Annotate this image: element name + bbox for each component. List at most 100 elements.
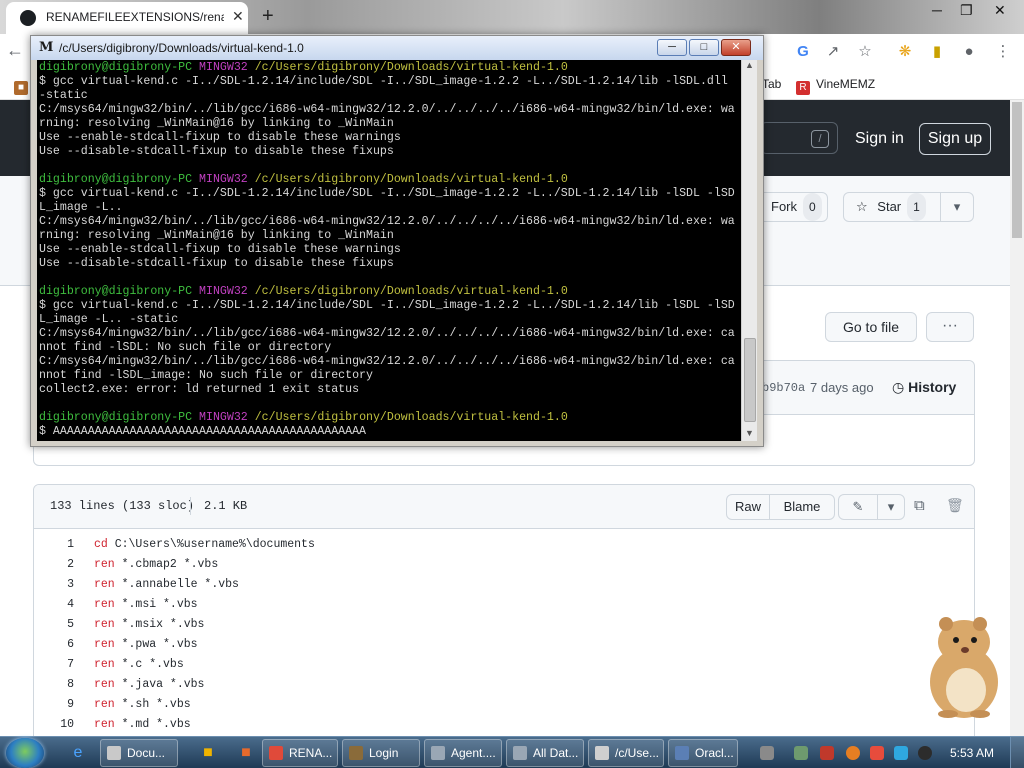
github-search-input[interactable]: / <box>760 122 838 154</box>
line-number[interactable]: 2 <box>34 555 74 575</box>
edit-pencil-icon[interactable]: ✎ <box>838 494 878 520</box>
taskbar-item-label: Docu... <box>127 746 166 760</box>
line-number[interactable]: 5 <box>34 615 74 635</box>
code-line[interactable]: 5 ren *.msix *.vbs <box>34 615 974 635</box>
scroll-up-arrow-icon[interactable]: ▲ <box>745 60 754 70</box>
tray-flag-icon[interactable] <box>870 746 884 760</box>
tab-close-icon[interactable]: ✕ <box>232 8 244 25</box>
code-line[interactable]: 4 ren *.msi *.vbs <box>34 595 974 615</box>
code-line[interactable]: 10 ren *.md *.vbs <box>34 715 974 735</box>
terminal-scrollbar[interactable]: ▲ ▼ <box>741 60 757 441</box>
bookmark-vinememz[interactable]: R VineMEMZ <box>796 77 875 95</box>
code-line[interactable]: 8 ren *.java *.vbs <box>34 675 974 695</box>
star-dropdown-button[interactable]: ▾ <box>940 192 974 222</box>
line-number[interactable]: 6 <box>34 635 74 655</box>
terminal-line: Use --enable-stdcall-fixup to disable th… <box>39 243 401 256</box>
code-text: ren *.c *.vbs <box>94 655 184 675</box>
sign-in-link[interactable]: Sign in <box>855 130 904 148</box>
chrome-menu-icon[interactable]: ⋮ <box>994 43 1012 61</box>
code-line[interactable]: 3 ren *.annabelle *.vbs <box>34 575 974 595</box>
internet-explorer-icon[interactable]: e <box>60 740 96 766</box>
scroll-down-arrow-icon[interactable]: ▼ <box>745 428 754 438</box>
edit-dropdown-icon[interactable]: ▾ <box>877 494 905 520</box>
history-link[interactable]: ◷ History <box>892 379 956 396</box>
terminal-line: collect2.exe: error: ld returned 1 exit … <box>39 383 360 396</box>
tray-volume-icon[interactable] <box>918 746 932 760</box>
terminal-close-button[interactable]: ✕ <box>721 39 751 56</box>
code-line[interactable]: 2 ren *.cbmap2 *.vbs <box>34 555 974 575</box>
line-number[interactable]: 3 <box>34 575 74 595</box>
terminal-scrollbar-thumb[interactable] <box>744 338 756 422</box>
taskbar-app-icon <box>595 746 609 760</box>
prompt-system: MINGW32 <box>199 285 248 298</box>
line-number[interactable]: 1 <box>34 535 74 555</box>
tray-v-icon[interactable] <box>820 746 834 760</box>
more-options-button[interactable]: ··· <box>926 312 974 342</box>
terminal-line: $ gcc virtual-kend.c -I../SDL-1.2.14/inc… <box>39 187 735 200</box>
taskbar-item[interactable]: /c/Use... <box>588 739 664 767</box>
bookmark-star-icon[interactable]: ☆ <box>856 43 874 61</box>
file-line-count: 133 lines (133 sloc) <box>50 499 195 513</box>
hamster-mascot-icon[interactable] <box>918 612 1008 722</box>
profile-avatar-icon[interactable]: ● <box>960 43 978 61</box>
side-panel-icon[interactable]: ▮ <box>928 43 946 61</box>
taskbar-item[interactable]: All Dat... <box>506 739 584 767</box>
start-button[interactable] <box>6 738 44 768</box>
browser-minimize-icon[interactable]: ─ <box>932 2 942 18</box>
tray-search-icon[interactable] <box>846 746 860 760</box>
back-arrow-icon[interactable]: ← <box>6 40 24 61</box>
commit-age: 7 days ago <box>810 380 874 395</box>
copy-icon[interactable]: ⧉ <box>914 497 925 514</box>
terminal-window[interactable]: M /c/Users/digibrony/Downloads/virtual-k… <box>30 35 764 447</box>
tray-monitor-icon[interactable] <box>894 746 908 760</box>
terminal-minimize-button[interactable]: ─ <box>657 39 687 56</box>
tray-network-icon[interactable] <box>794 746 808 760</box>
sign-up-button[interactable]: Sign up <box>919 123 991 155</box>
terminal-titlebar[interactable]: M /c/Users/digibrony/Downloads/virtual-k… <box>31 36 763 60</box>
taskbar-item[interactable]: RENA... <box>262 739 338 767</box>
star-button[interactable]: ☆ Star 1 <box>843 192 941 222</box>
code-args: *.cbmap2 *.vbs <box>114 558 219 571</box>
code-keyword: ren <box>94 558 115 571</box>
code-line[interactable]: 6 ren *.pwa *.vbs <box>34 635 974 655</box>
google-icon[interactable]: G <box>794 43 812 61</box>
terminal-line: L_image -L.. -static <box>39 313 179 326</box>
new-tab-button[interactable]: + <box>262 5 274 27</box>
media-player-icon[interactable]: ■ <box>190 740 226 766</box>
line-number[interactable]: 7 <box>34 655 74 675</box>
terminal-maximize-button[interactable]: □ <box>689 39 719 56</box>
go-to-file-button[interactable]: Go to file <box>825 312 917 342</box>
share-icon[interactable]: ↗ <box>824 43 842 61</box>
browser-restore-icon[interactable]: ❐ <box>960 2 973 19</box>
terminal-output[interactable]: digibrony@digibrony-PC MINGW32 /c/Users/… <box>37 60 741 441</box>
page-scrollbar[interactable] <box>1010 100 1024 736</box>
line-number[interactable]: 8 <box>34 675 74 695</box>
code-line[interactable]: 9 ren *.sh *.vbs <box>34 695 974 715</box>
commit-hash-link[interactable]: b9b70a <box>762 381 805 395</box>
browser-close-icon[interactable]: ✕ <box>994 2 1006 19</box>
raw-button[interactable]: Raw <box>726 494 770 520</box>
bookmark-tab[interactable]: Tab <box>762 77 781 91</box>
code-line[interactable]: 7 ren *.c *.vbs <box>34 655 974 675</box>
line-number[interactable]: 10 <box>34 715 74 735</box>
file-viewer: 133 lines (133 sloc) 2.1 KB Raw Blame ✎ … <box>33 484 975 754</box>
trash-icon[interactable]: 🗑 <box>946 497 964 514</box>
blame-button[interactable]: Blame <box>769 494 835 520</box>
line-number[interactable]: 9 <box>34 695 74 715</box>
terminal-line: nnot find -lSDL_image: No such file or d… <box>39 369 373 382</box>
taskbar-item[interactable]: Docu... <box>100 739 178 767</box>
page-scrollbar-thumb[interactable] <box>1012 102 1022 238</box>
taskbar-item[interactable]: Oracl... <box>668 739 738 767</box>
line-number[interactable]: 4 <box>34 595 74 615</box>
tray-gear-icon[interactable] <box>760 746 774 760</box>
browser-tab[interactable]: RENAMEFILEEXTENSIONS/renam ✕ <box>6 2 248 34</box>
show-desktop-button[interactable] <box>1010 737 1024 768</box>
code-line[interactable]: 1 cd C:\Users\%username%\documents <box>34 535 974 555</box>
taskbar-clock[interactable]: 5:53 AM <box>950 746 994 760</box>
paint-app-icon[interactable]: ■ <box>228 740 264 766</box>
taskbar-item[interactable]: Agent.... <box>424 739 502 767</box>
taskbar-item[interactable]: Login <box>342 739 420 767</box>
extension-puzzle-icon[interactable]: ❋ <box>896 43 914 61</box>
